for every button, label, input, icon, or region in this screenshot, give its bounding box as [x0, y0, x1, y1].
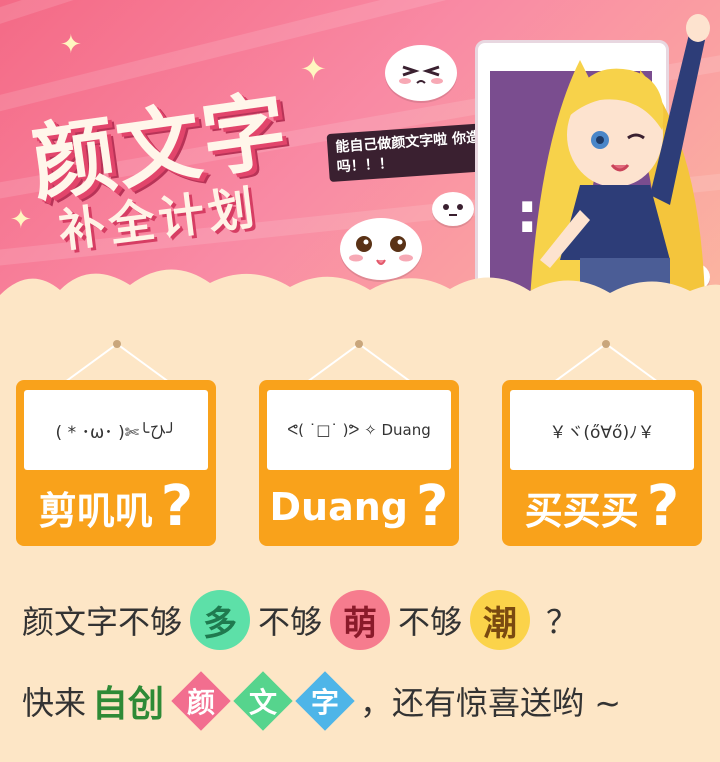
card-label: Duang ? [259, 476, 459, 538]
emoticon-display: ￥ヾ(ő∀ő)ﾉ￥ [510, 390, 694, 470]
emoji-face-icon [432, 192, 474, 226]
tagline-text: 不够 [258, 603, 323, 641]
hanging-string [306, 340, 412, 382]
emoticon-card[interactable]: ￥ヾ(ő∀ő)ﾉ￥ 买买买 ? [502, 380, 702, 546]
cloud-border [0, 269, 720, 330]
diamond-badge: 颜 [172, 672, 230, 730]
sparkle-icon: ✦ [60, 30, 82, 60]
card-label: 买买买 ? [502, 476, 702, 538]
tagline-end: ？ [546, 603, 579, 641]
highlight-text: 自创 [92, 684, 165, 725]
card-label-text: 买买买 [524, 488, 639, 533]
diamond-badge: 字 [296, 672, 354, 730]
sparkle-icon: ✦ [300, 50, 327, 88]
hero-banner: ✦ ✦ ✦ ✦ 颜文字 补全计划 能自己做颜文字啦 你造吗！！！ [0, 0, 720, 330]
sparkle-icon: ✦ [10, 205, 32, 235]
page: ✦ ✦ ✦ ✦ 颜文字 补全计划 能自己做颜文字啦 你造吗！！！ (* ･ω･… [0, 0, 720, 762]
diamond-char: 颜 [187, 686, 216, 719]
tagline-2: 快来 自创 颜 文 字 ，还有惊喜送哟 ~ [22, 672, 621, 730]
emoticon-card[interactable]: ᕙ( ˙□˙ )ᕗ ✧ Duang Duang ? [259, 380, 459, 546]
tagline-text: 颜文字不够 [22, 603, 183, 641]
diamond-char: 字 [311, 686, 340, 719]
tagline-text: 快来 [22, 684, 87, 722]
question-mark: ? [160, 474, 194, 539]
emoticon-display: ( * ･ω･ )✄╰ひ╯ [24, 390, 208, 470]
tagline-1: 颜文字不够 多 不够 萌 不够 潮 ？ [22, 590, 578, 650]
question-mark: ? [416, 474, 449, 539]
emoji-face-icon [385, 45, 457, 101]
card-label: 剪叽叽 ? [16, 476, 216, 538]
circle-badge-trendy: 潮 [470, 590, 531, 650]
question-mark: ? [646, 474, 680, 539]
circle-badge-more: 多 [190, 590, 251, 650]
emoticon-display: ᕙ( ˙□˙ )ᕗ ✧ Duang [267, 390, 451, 470]
emoticon-card[interactable]: ( * ･ω･ )✄╰ひ╯ 剪叽叽 ? [16, 380, 216, 546]
hanging-string [64, 340, 170, 382]
hanging-string [553, 340, 659, 382]
card-label-text: 剪叽叽 [38, 488, 153, 533]
diamond-char: 文 [249, 686, 278, 719]
tagline-text: 不够 [398, 603, 463, 641]
tagline-end: ，还有惊喜送哟 ~ [360, 684, 622, 722]
diamond-badge: 文 [234, 672, 292, 730]
circle-badge-cute: 萌 [330, 590, 391, 650]
card-label-text: Duang [269, 485, 409, 529]
